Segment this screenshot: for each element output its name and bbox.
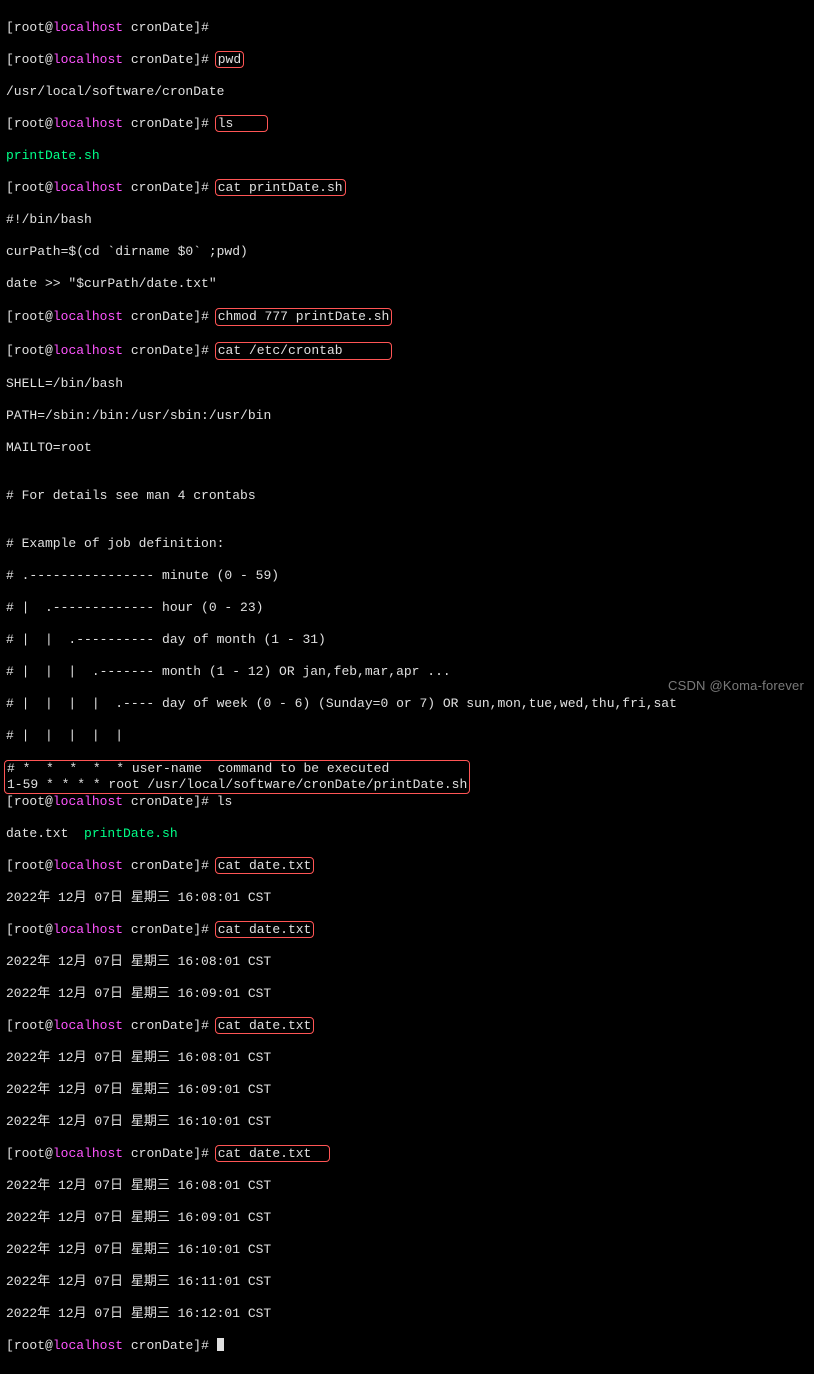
crontab-line: MAILTO=root <box>6 440 808 456</box>
cmd-cat-printdate: cat printDate.sh <box>215 179 346 196</box>
cmd-cat-crontab: cat /etc/crontab <box>215 342 393 360</box>
crontab-line: # | | .---------- day of month (1 - 31) <box>6 632 808 648</box>
output-ls2: date.txt printDate.sh <box>6 826 808 842</box>
script-line: curPath=$(cd `dirname $0` ;pwd) <box>6 244 808 260</box>
crontab-line: # | | | | .---- day of week (0 - 6) (Sun… <box>6 696 808 712</box>
crontab-line: # For details see man 4 crontabs <box>6 488 808 504</box>
date-line: 2022年 12月 07日 星期三 16:08:01 CST <box>6 954 808 970</box>
prompt-line: [root@localhost cronDate]# ls <box>6 794 808 810</box>
cmd-chmod: chmod 777 printDate.sh <box>215 308 393 326</box>
cmd-ls: ls <box>215 115 268 132</box>
date-line: 2022年 12月 07日 星期三 16:09:01 CST <box>6 1210 808 1226</box>
output-pwd: /usr/local/software/cronDate <box>6 84 808 100</box>
output-ls: printDate.sh <box>6 148 808 164</box>
crontab-line: # | .------------- hour (0 - 23) <box>6 600 808 616</box>
cmd-cat-date4: cat date.txt <box>215 1145 330 1162</box>
date-line: 2022年 12月 07日 星期三 16:10:01 CST <box>6 1242 808 1258</box>
prompt-line: [root@localhost cronDate]# pwd <box>6 52 808 68</box>
cmd-cat-date2: cat date.txt <box>215 921 315 938</box>
cmd-cat-date1: cat date.txt <box>215 857 315 874</box>
crontab-line: PATH=/sbin:/bin:/usr/sbin:/usr/bin <box>6 408 808 424</box>
crontab-line: SHELL=/bin/bash <box>6 376 808 392</box>
prompt-line: [root@localhost cronDate]# <box>6 20 808 36</box>
prompt-line: [root@localhost cronDate]# cat date.txt <box>6 1018 808 1034</box>
cmd-pwd: pwd <box>215 51 244 68</box>
date-line: 2022年 12月 07日 星期三 16:08:01 CST <box>6 1050 808 1066</box>
date-line: 2022年 12月 07日 星期三 16:08:01 CST <box>6 1178 808 1194</box>
cmd-cat-date3: cat date.txt <box>215 1017 315 1034</box>
crontab-line: # .---------------- minute (0 - 59) <box>6 568 808 584</box>
date-line: 2022年 12月 07日 星期三 16:11:01 CST <box>6 1274 808 1290</box>
prompt-line: [root@localhost cronDate]# chmod 777 pri… <box>6 308 808 326</box>
prompt-line: [root@localhost cronDate]# cat /etc/cron… <box>6 342 808 360</box>
date-line: 2022年 12月 07日 星期三 16:10:01 CST <box>6 1114 808 1130</box>
prompt-line: [root@localhost cronDate]# cat date.txt <box>6 858 808 874</box>
prompt-line-cursor[interactable]: [root@localhost cronDate]# <box>6 1338 808 1354</box>
crontab-line: # | | | | | <box>6 728 808 744</box>
crontab-highlight: # * * * * * user-name command to be exec… <box>4 760 470 794</box>
date-line: 2022年 12月 07日 星期三 16:12:01 CST <box>6 1306 808 1322</box>
watermark-text: CSDN @Koma-forever <box>668 678 804 694</box>
crontab-line: # Example of job definition: <box>6 536 808 552</box>
date-line: 2022年 12月 07日 星期三 16:09:01 CST <box>6 986 808 1002</box>
prompt-line: [root@localhost cronDate]# ls <box>6 116 808 132</box>
script-line: #!/bin/bash <box>6 212 808 228</box>
prompt-line: [root@localhost cronDate]# cat date.txt <box>6 922 808 938</box>
prompt-line: [root@localhost cronDate]# cat date.txt <box>6 1146 808 1162</box>
date-line: 2022年 12月 07日 星期三 16:09:01 CST <box>6 1082 808 1098</box>
prompt-line: [root@localhost cronDate]# cat printDate… <box>6 180 808 196</box>
date-line: 2022年 12月 07日 星期三 16:08:01 CST <box>6 890 808 906</box>
script-line: date >> "$curPath/date.txt" <box>6 276 808 292</box>
cursor-icon <box>217 1338 224 1351</box>
